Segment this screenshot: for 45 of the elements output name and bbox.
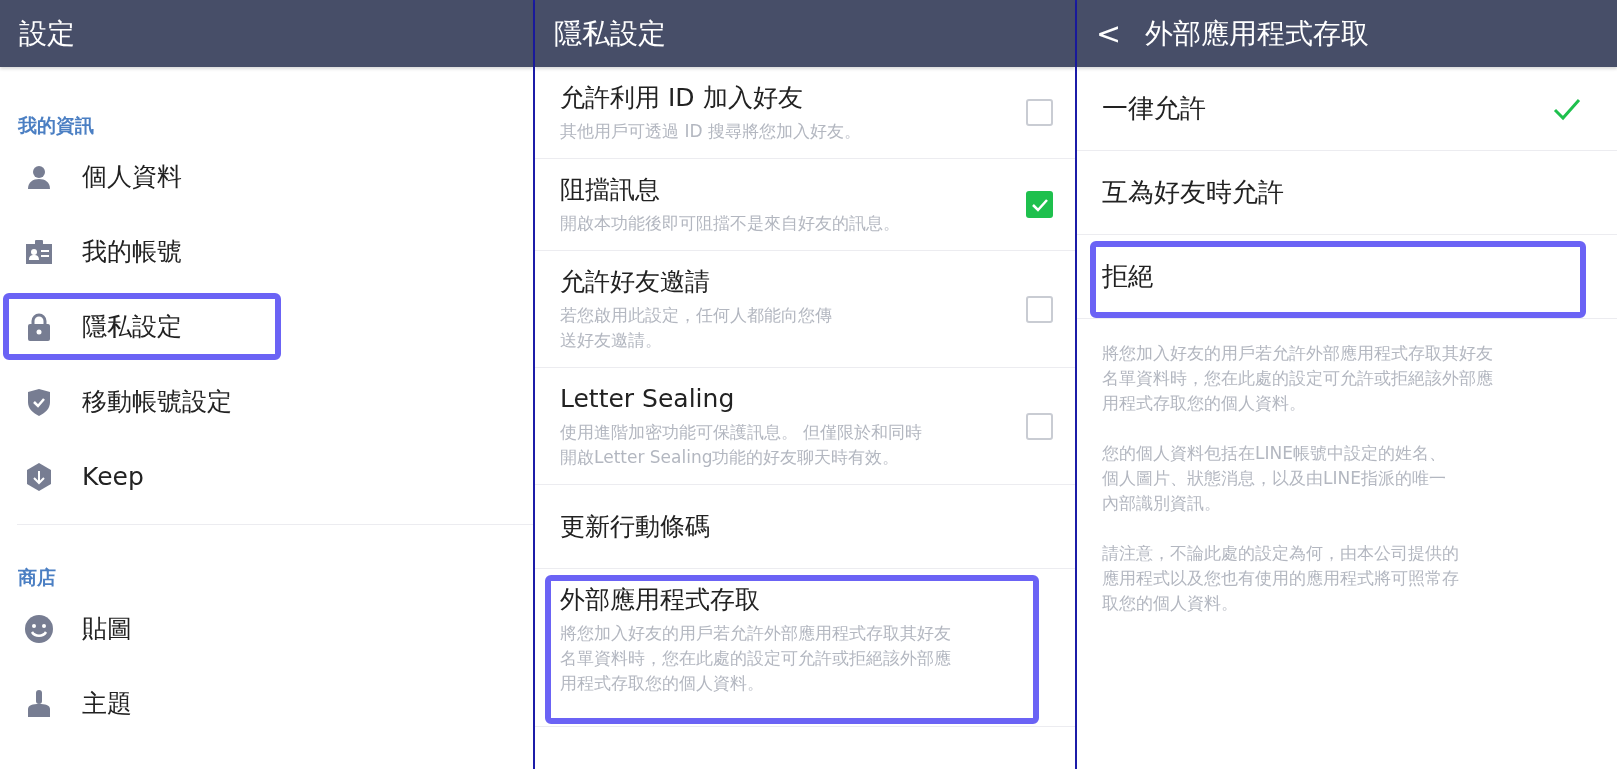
setting-title: Letter Sealing — [560, 383, 736, 415]
setting-title: 允許好友邀請 — [560, 266, 711, 298]
settings-row[interactable]: 阻擋訊息 開啟本功能後即可阻擋不是來自好友的訊息。 — [535, 159, 1075, 251]
checkbox[interactable] — [1026, 191, 1053, 218]
menu-item[interactable]: 主題 — [0, 666, 533, 741]
option-row[interactable]: 拒絕 — [1077, 235, 1617, 319]
info-paragraph: 您的個人資料包括在LINE帳號中設定的姓名、個人圖片、狀態消息，以及由LINE指派的唯一內部識別資訊。 — [1102, 442, 1447, 515]
info-paragraph: 請注意，不論此處的設定為何，由本公司提供的應用程式以及您也有使用的應用程式將可照常存取您的個人資料。 — [1102, 542, 1460, 615]
screen-title: 隱私設定 — [554, 15, 666, 52]
info-paragraph: 將您加入好友的用戶若允許外部應用程式存取其好友名單資料時，您在此處的設定可允許或拒絕該外部應用程式存取您的個人資料。 — [1102, 342, 1494, 415]
brush-icon — [25, 688, 53, 719]
download-hexagon-icon — [25, 461, 53, 492]
option-row[interactable]: 互為好友時允許 — [1077, 151, 1617, 235]
screen-title: 外部應用程式存取 — [1145, 15, 1370, 52]
setting-title: 阻擋訊息 — [560, 174, 661, 206]
section-header: 我的資訊 — [17, 113, 95, 138]
option-row[interactable]: 一律允許 — [1077, 67, 1617, 151]
settings-row[interactable]: 允許好友邀請 若您啟用此設定，任何人都能向您傳送好友邀請。 — [535, 251, 1075, 368]
settings-row[interactable]: 外部應用程式存取 將您加入好友的用戶若允許外部應用程式存取其好友名單資料時，您在此處的設定可允許或拒絕該外部應用程式存取您的個人資料。 — [535, 569, 1075, 727]
menu-item[interactable]: 我的帳號 — [0, 214, 533, 289]
shield-icon — [25, 386, 53, 417]
smiley-icon — [24, 613, 54, 644]
menu-item[interactable]: 隱私設定 — [0, 289, 533, 364]
back-button[interactable]: < — [1096, 18, 1122, 49]
setting-title: 更新行動條碼 — [560, 510, 711, 543]
setting-description: 開啟本功能後即可阻擋不是來自好友的訊息。 — [560, 212, 901, 235]
menu-item[interactable]: 個人資料 — [0, 139, 533, 214]
setting-description: 若您啟用此設定，任何人都能向您傳送好友邀請。 — [560, 304, 833, 352]
setting-description: 其他用戶可透過 ID 搜尋將您加入好友。 — [560, 120, 862, 143]
menu-item[interactable]: Keep — [0, 439, 533, 514]
id-card-icon — [24, 237, 54, 266]
settings-row[interactable]: Letter Sealing 使用進階加密功能可保護訊息。 但僅限於和同時開啟Letter Sealing功能的好友聊天時有效。 — [535, 368, 1075, 485]
setting-title: 允許利用 ID 加入好友 — [560, 82, 804, 114]
checkbox[interactable] — [1026, 412, 1053, 440]
settings-row[interactable]: 允許利用 ID 加入好友 其他用戶可透過 ID 搜尋將您加入好友。 — [535, 67, 1075, 159]
screen-title: 設定 — [19, 15, 75, 52]
setting-description: 將您加入好友的用戶若允許外部應用程式存取其好友名單資料時，您在此處的設定可允許或拒絕該外部應用程式存取您的個人資料。 — [560, 622, 952, 695]
section-header: 商店 — [17, 565, 57, 590]
lock-icon — [25, 311, 53, 342]
checkbox[interactable] — [1026, 295, 1053, 323]
menu-item[interactable]: 貼圖 — [0, 591, 533, 666]
setting-description: 使用進階加密功能可保護訊息。 但僅限於和同時開啟Letter Sealing功能的好友聊天時有效。 — [560, 421, 924, 469]
setting-title: 外部應用程式存取 — [560, 584, 761, 616]
checkbox[interactable] — [1026, 99, 1053, 126]
menu-item[interactable]: 移動帳號設定 — [0, 364, 533, 439]
